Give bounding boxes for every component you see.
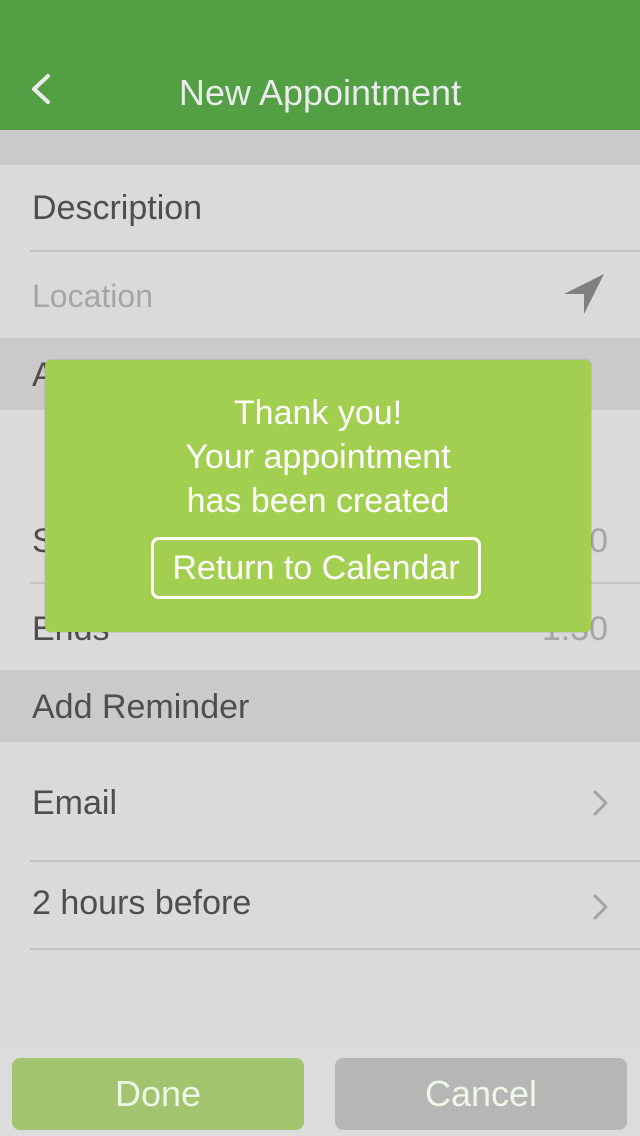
popup-message-line1: Your appointment	[185, 438, 451, 476]
popup-heading: Thank you!	[233, 394, 403, 432]
popup-message-line2: has been created	[186, 482, 450, 520]
confirmation-popup: Thank you! Your appointment has been cre…	[45, 360, 591, 632]
done-button[interactable]: Done	[12, 1058, 304, 1130]
cancel-button[interactable]: Cancel	[335, 1058, 627, 1130]
return-to-calendar-button[interactable]: Return to Calendar	[151, 537, 481, 599]
